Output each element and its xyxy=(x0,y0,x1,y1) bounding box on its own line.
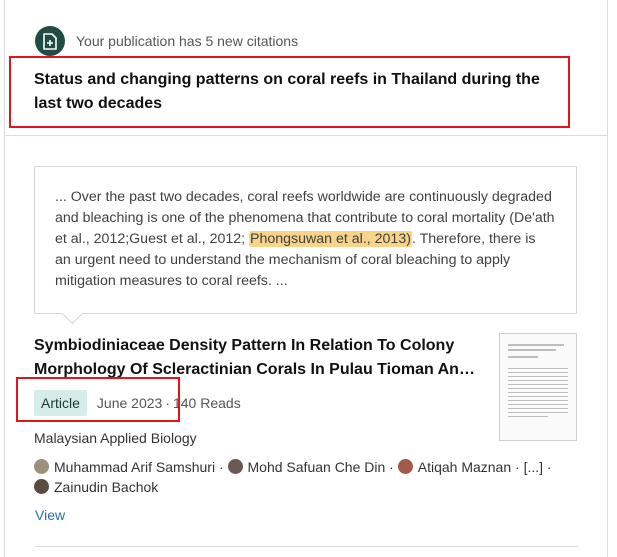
author-name[interactable]: Muhammad Arif Samshuri xyxy=(54,459,215,475)
author-separator: · xyxy=(215,459,228,475)
author-avatar xyxy=(227,459,243,474)
document-add-icon xyxy=(35,26,65,56)
quote-highlight: Phongsuwan et al., 2013) xyxy=(249,231,412,247)
journal-name: Malaysian Applied Biology xyxy=(34,430,197,446)
notification-row: Your publication has 5 new citations xyxy=(35,26,298,56)
highlight-box-meta xyxy=(16,377,180,422)
citation-quote-box: ... Over the past two decades, coral ree… xyxy=(34,166,577,314)
author-name[interactable]: Zainudin Bachok xyxy=(54,479,158,495)
author-avatar xyxy=(397,459,413,474)
author-separator: · xyxy=(543,459,552,475)
author-name[interactable]: Atiqah Maznan xyxy=(418,459,511,475)
divider xyxy=(35,546,578,547)
citing-article-title[interactable]: Symbiodiniaceae Density Pattern In Relat… xyxy=(34,334,479,382)
author-list: Muhammad Arif Samshuri · Mohd Safuan Che… xyxy=(34,457,554,497)
author-name[interactable]: Mohd Safuan Che Din xyxy=(248,459,386,475)
author-separator: · xyxy=(385,459,398,475)
author-more[interactable]: [...] xyxy=(524,459,543,475)
citation-quote-text: ... Over the past two decades, coral ree… xyxy=(55,187,555,292)
author-avatar xyxy=(34,459,49,474)
article-reads: 140 Reads xyxy=(172,395,241,411)
author-avatar xyxy=(34,479,49,494)
view-link[interactable]: View xyxy=(35,507,65,523)
author-separator: · xyxy=(511,459,524,475)
article-thumbnail[interactable] xyxy=(499,333,577,441)
notification-text: Your publication has 5 new citations xyxy=(76,33,299,49)
divider xyxy=(5,135,607,136)
highlight-box-title xyxy=(9,56,570,128)
